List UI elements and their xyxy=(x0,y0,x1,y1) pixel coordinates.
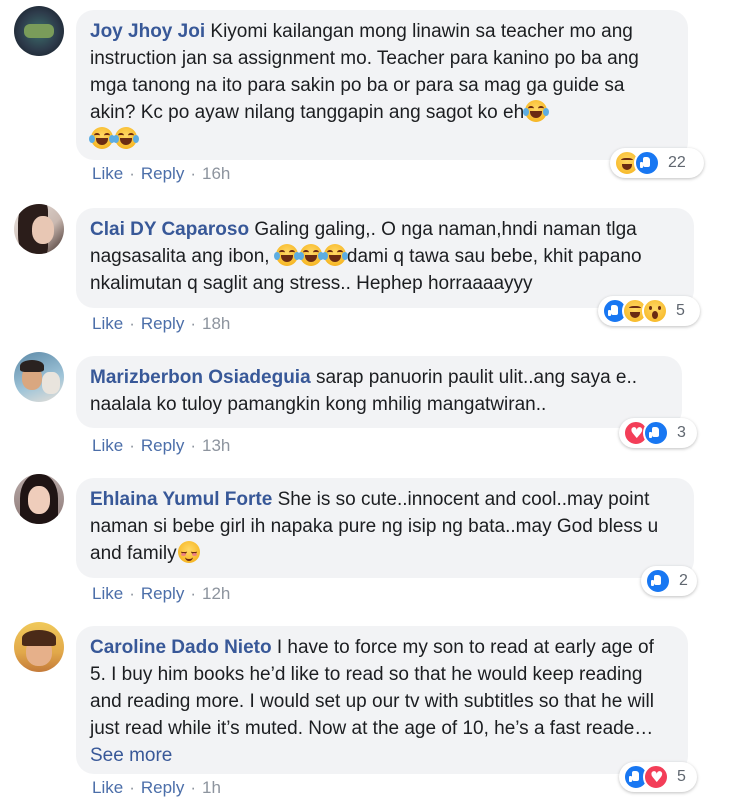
reactions-summary[interactable]: 22 xyxy=(610,148,704,178)
reaction-count: 22 xyxy=(668,154,686,171)
avatar[interactable] xyxy=(14,204,64,254)
comment-bubble: Joy Jhoy Joi Kiyomi kailangan mong linaw… xyxy=(76,10,688,160)
reactions-summary[interactable]: 5 xyxy=(619,762,697,792)
reaction-count: 3 xyxy=(677,424,686,441)
comment: Ehlaina Yumul Forte She is so cute..inno… xyxy=(14,474,734,614)
comment-bubble: Clai DY Caparoso Galing galing,. O nga n… xyxy=(76,208,694,308)
avatar[interactable] xyxy=(14,352,64,402)
comment-timestamp[interactable]: 1h xyxy=(202,778,221,797)
reaction-count: 5 xyxy=(677,768,686,785)
comment-timestamp[interactable]: 12h xyxy=(202,584,230,603)
reply-button[interactable]: Reply xyxy=(141,778,184,797)
comment: Caroline Dado Nieto I have to force my s… xyxy=(14,622,734,810)
comment-author[interactable]: Joy Jhoy Joi xyxy=(90,21,205,42)
avatar[interactable] xyxy=(14,622,64,672)
comment-actions: Like · Reply · 1h xyxy=(92,778,221,797)
comment-actions: Like · Reply · 16h xyxy=(92,164,231,183)
see-more-link[interactable]: See more xyxy=(90,745,172,766)
love-reaction-icon xyxy=(643,764,669,790)
comment: Joy Jhoy Joi Kiyomi kailangan mong linaw… xyxy=(14,6,734,196)
comment-bubble: Marizberbon Osiadeguia sarap panuorin pa… xyxy=(76,356,682,428)
comment-author[interactable]: Ehlaina Yumul Forte xyxy=(90,489,272,510)
avatar[interactable] xyxy=(14,474,64,524)
avatar[interactable] xyxy=(14,6,64,56)
like-button[interactable]: Like xyxy=(92,778,123,797)
comment-bubble: Caroline Dado Nieto I have to force my s… xyxy=(76,626,688,774)
like-reaction-icon xyxy=(645,568,671,594)
smiling-face-emoji-icon xyxy=(177,541,200,563)
reactions-summary[interactable]: 5 xyxy=(598,296,700,326)
reaction-count: 5 xyxy=(676,302,685,319)
like-button[interactable]: Like xyxy=(92,314,123,333)
comment-author[interactable]: Marizberbon Osiadeguia xyxy=(90,367,311,388)
like-button[interactable]: Like xyxy=(92,436,123,455)
tears-of-joy-emoji-icon xyxy=(113,127,139,149)
like-reaction-icon xyxy=(634,150,660,176)
reaction-count: 2 xyxy=(679,572,688,589)
comment-actions: Like · Reply · 18h xyxy=(92,314,231,333)
comment-timestamp[interactable]: 18h xyxy=(202,314,230,333)
comment: Clai DY Caparoso Galing galing,. O nga n… xyxy=(14,204,734,344)
tears-of-joy-emoji-icon xyxy=(89,127,115,149)
comment-actions: Like · Reply · 12h xyxy=(92,584,231,603)
comment: Marizberbon Osiadeguia sarap panuorin pa… xyxy=(14,352,734,467)
reply-button[interactable]: Reply xyxy=(141,314,184,333)
like-button[interactable]: Like xyxy=(92,164,123,183)
comment-author[interactable]: Caroline Dado Nieto xyxy=(90,637,272,658)
tears-of-joy-emoji-icon xyxy=(321,244,348,266)
comment-bubble: Ehlaina Yumul Forte She is so cute..inno… xyxy=(76,478,694,578)
comment-actions: Like · Reply · 13h xyxy=(92,436,231,455)
comment-timestamp[interactable]: 16h xyxy=(202,164,230,183)
like-button[interactable]: Like xyxy=(92,584,123,603)
tears-of-joy-emoji-icon xyxy=(297,244,324,266)
comment-author[interactable]: Clai DY Caparoso xyxy=(90,219,249,240)
reply-button[interactable]: Reply xyxy=(141,584,184,603)
reply-button[interactable]: Reply xyxy=(141,164,184,183)
tears-of-joy-emoji-icon xyxy=(523,100,550,122)
reactions-summary[interactable]: 3 xyxy=(619,418,697,448)
reply-button[interactable]: Reply xyxy=(141,436,184,455)
tears-of-joy-emoji-icon xyxy=(273,244,300,266)
like-reaction-icon xyxy=(643,420,669,446)
wow-reaction-icon xyxy=(642,298,668,324)
reactions-summary[interactable]: 2 xyxy=(641,566,697,596)
comment-timestamp[interactable]: 13h xyxy=(202,436,230,455)
